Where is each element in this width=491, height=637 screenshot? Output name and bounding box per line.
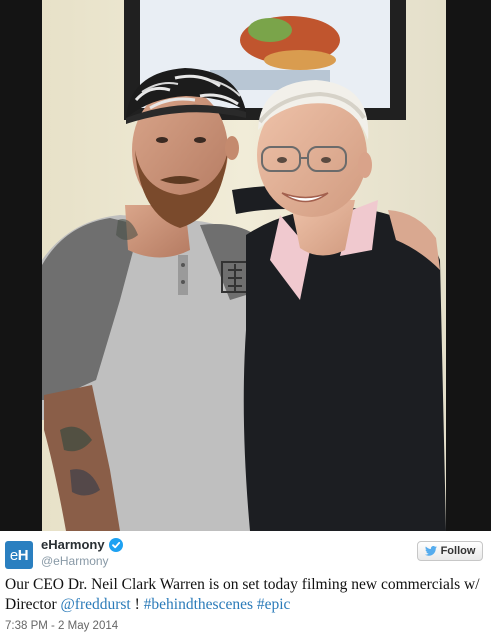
mention-link-freddurst[interactable]: @freddurst <box>61 596 131 613</box>
verified-badge-icon <box>108 537 123 552</box>
tweet-text: Our CEO Dr. Neil Clark Warren is on set … <box>5 575 485 615</box>
hashtag-link-behindthescenes[interactable]: #behindthescenes <box>144 596 253 613</box>
display-name[interactable]: eHarmony <box>41 537 123 552</box>
display-name-text: eHarmony <box>41 537 105 552</box>
follow-button[interactable]: Follow <box>417 541 483 561</box>
follow-label: Follow <box>440 545 476 557</box>
avatar-letter-h: H <box>17 546 29 564</box>
twitter-bird-icon <box>424 546 437 556</box>
hashtag-link-epic[interactable]: #epic <box>257 596 291 613</box>
tweet-timestamp[interactable]: 7:38 PM - 2 May 2014 <box>5 620 118 632</box>
avatar-letter-e: e <box>9 546 18 564</box>
photo-illustration <box>0 0 491 531</box>
account-handle[interactable]: @eHarmony <box>41 554 109 568</box>
tweet-photo[interactable] <box>0 0 491 531</box>
tweet-text-part2: ! <box>130 596 144 613</box>
account-avatar[interactable]: eH <box>5 541 33 569</box>
